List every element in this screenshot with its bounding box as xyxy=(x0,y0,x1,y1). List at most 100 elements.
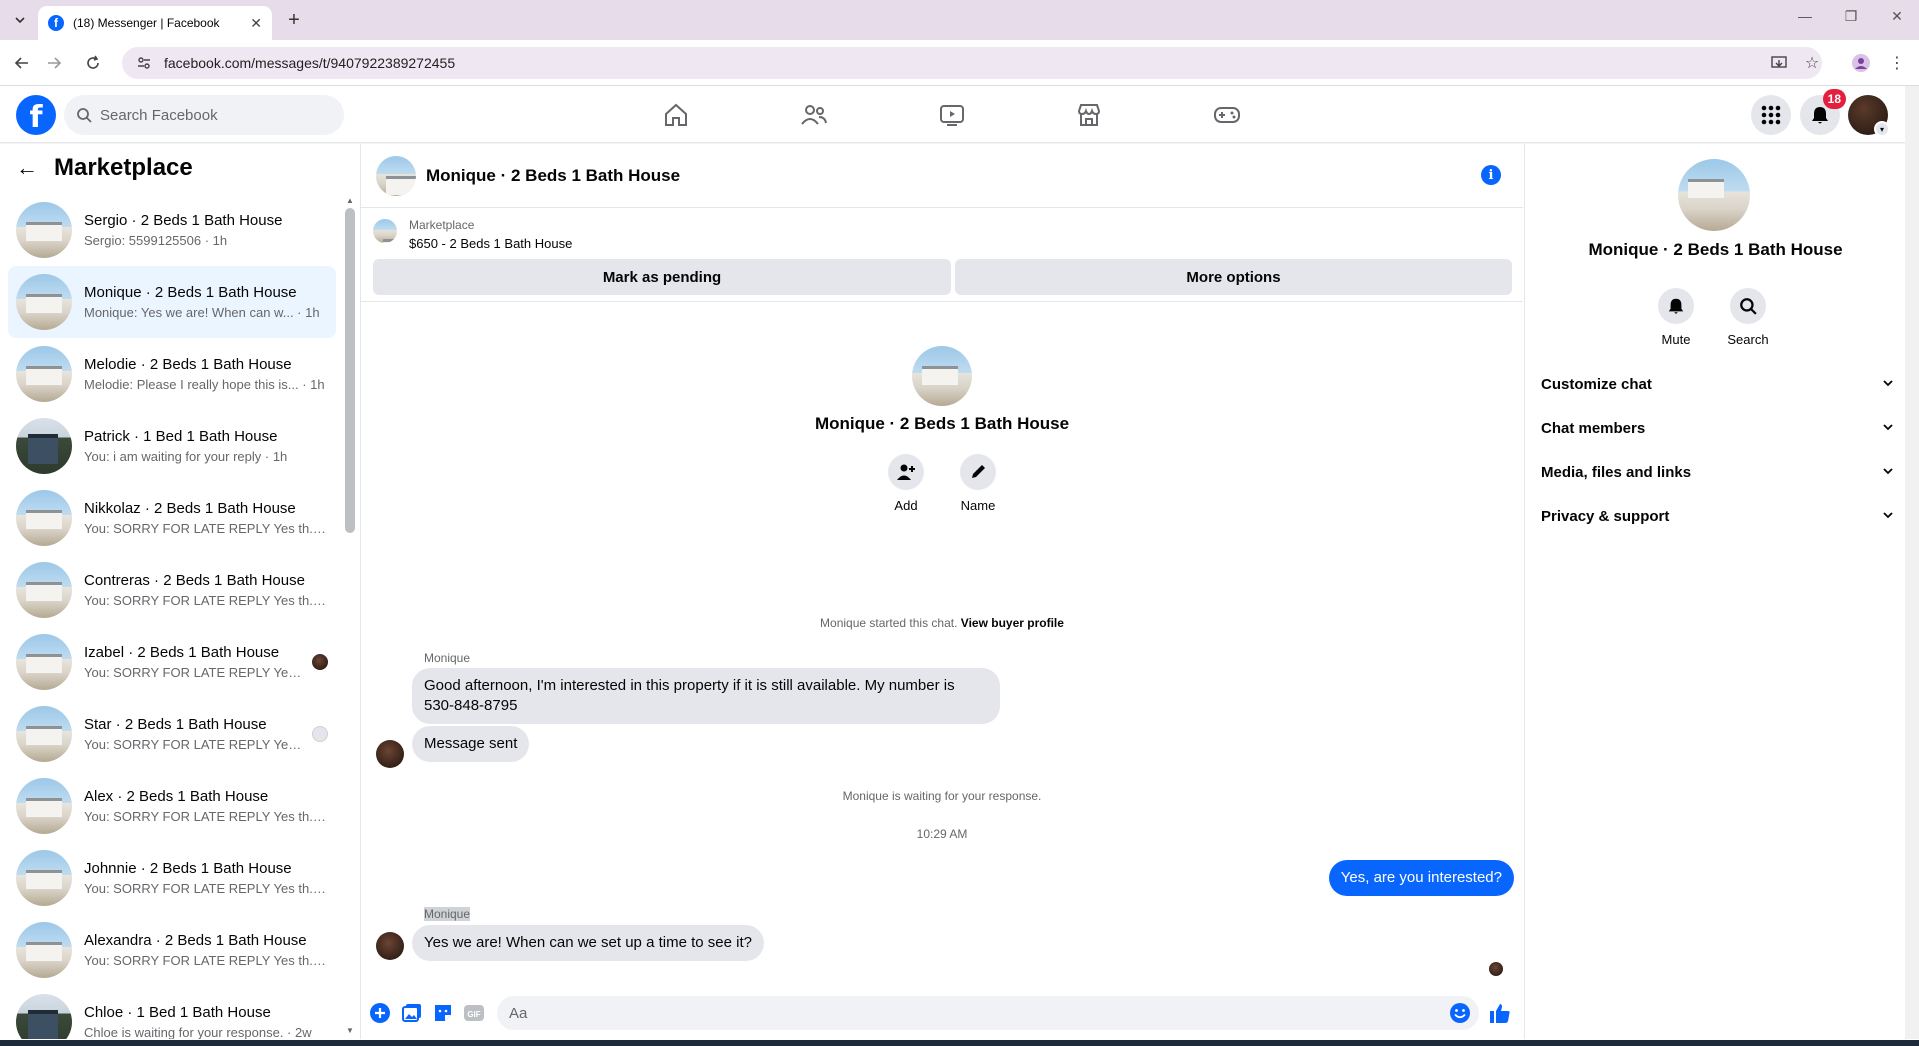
mark-as-pending-button[interactable]: Mark as pending xyxy=(373,259,951,295)
chat-avatar xyxy=(16,994,72,1039)
chat-list-item[interactable]: Star · 2 Beds 1 Bath House You: SORRY FOR… xyxy=(8,698,336,770)
chat-list-item[interactable]: Alex · 2 Beds 1 Bath House You: SORRY FOR… xyxy=(8,770,336,842)
message-input[interactable] xyxy=(509,1004,1409,1022)
message-input-box[interactable] xyxy=(497,996,1479,1030)
media-files-links-section[interactable]: Media, files and links xyxy=(1541,454,1894,490)
sender-avatar[interactable] xyxy=(376,932,404,960)
back-button[interactable] xyxy=(9,50,35,76)
bell-icon xyxy=(1812,107,1828,124)
nav-home[interactable] xyxy=(621,91,731,139)
nav-marketplace[interactable] xyxy=(1034,91,1144,139)
nav-gaming[interactable] xyxy=(1172,91,1282,139)
conversation-title[interactable]: Monique · 2 Beds 1 Bath House xyxy=(426,166,680,186)
chat-snippet: Sergio: 5599125506 · 1h xyxy=(84,233,228,248)
address-bar[interactable]: facebook.com/messages/t/9407922389272455 xyxy=(122,47,1822,79)
pencil-icon xyxy=(972,465,985,478)
chat-avatar xyxy=(16,490,72,546)
scroll-up-icon[interactable]: ▲ xyxy=(346,196,354,205)
attach-photo-icon[interactable] xyxy=(401,1002,423,1024)
new-tab-button[interactable]: + xyxy=(282,8,306,32)
customize-chat-section[interactable]: Customize chat xyxy=(1541,366,1894,402)
profile-icon[interactable] xyxy=(1848,50,1874,76)
emoji-icon[interactable] xyxy=(1449,1002,1471,1024)
page-scrollbar[interactable] xyxy=(1905,86,1919,1039)
info-avatar[interactable] xyxy=(1678,159,1750,231)
outgoing-message-bubble[interactable]: Yes, are you interested? xyxy=(1328,860,1514,896)
restore-button[interactable]: ❐ xyxy=(1828,8,1874,25)
chat-list-item[interactable]: Alexandra · 2 Beds 1 Bath House You: SORR… xyxy=(8,914,336,986)
listing-thumbnail[interactable] xyxy=(373,219,397,243)
site-info-icon[interactable] xyxy=(136,55,152,71)
more-options-button[interactable]: More options xyxy=(955,259,1512,295)
chat-members-section[interactable]: Chat members xyxy=(1541,410,1894,446)
chat-started-line: Monique started this chat. View buyer pr… xyxy=(361,616,1523,630)
message-bubble[interactable]: Good afternoon, I'm interested in this p… xyxy=(412,668,1000,724)
account-chevron-icon[interactable]: ▾ xyxy=(1874,121,1890,137)
facebook-search[interactable] xyxy=(64,95,344,135)
chat-list-item[interactable]: Melodie · 2 Beds 1 Bath House Melodie: Pl… xyxy=(8,338,336,410)
conversation-pane: Monique · 2 Beds 1 Bath House i Marketpl… xyxy=(361,144,1523,1039)
chat-list-item[interactable]: Chloe · 1 Bed 1 Bath House Chloe is waiti… xyxy=(8,986,336,1039)
search-input[interactable] xyxy=(100,106,320,124)
message-bubble[interactable]: Yes we are! When can we set up a time to… xyxy=(412,925,764,961)
sticker-icon[interactable] xyxy=(432,1002,454,1024)
message-composer: GIF xyxy=(361,988,1523,1038)
intro-avatar[interactable] xyxy=(912,346,972,406)
gif-icon[interactable]: GIF xyxy=(463,1002,485,1024)
tab-close-icon[interactable]: ✕ xyxy=(250,15,262,32)
chat-list-item[interactable]: Johnnie · 2 Beds 1 Bath House You: SORRY … xyxy=(8,842,336,914)
friends-icon xyxy=(801,105,827,125)
reload-button[interactable] xyxy=(80,50,106,76)
install-app-icon[interactable] xyxy=(1766,50,1792,76)
grid-menu-icon xyxy=(1761,105,1781,125)
search-in-chat-button[interactable]: Search xyxy=(1718,288,1778,347)
chat-list-scrollbar[interactable] xyxy=(345,208,355,533)
conversation-avatar[interactable] xyxy=(376,155,416,196)
sender-avatar[interactable] xyxy=(376,740,404,768)
forward-button[interactable] xyxy=(41,50,67,76)
waiting-notice: Monique is waiting for your response. xyxy=(842,789,1042,803)
more-actions-plus-icon[interactable] xyxy=(369,1002,391,1024)
view-buyer-profile-link[interactable]: View buyer profile xyxy=(961,616,1064,630)
chat-name: Star · 2 Beds 1 Bath House xyxy=(84,716,267,733)
chat-info: Patrick · 1 Bed 1 Bath House You: i am wa… xyxy=(84,428,328,464)
minimize-button[interactable]: — xyxy=(1782,8,1828,24)
chat-avatar xyxy=(16,850,72,906)
like-thumb-icon[interactable] xyxy=(1489,1002,1511,1024)
chat-list-item[interactable]: Patrick · 1 Bed 1 Bath House You: i am wa… xyxy=(8,410,336,482)
scroll-down-icon[interactable]: ▼ xyxy=(346,1026,354,1035)
chat-list-item[interactable]: Izabel · 2 Beds 1 Bath House You: SORRY F… xyxy=(8,626,336,698)
chat-list-item[interactable]: Monique · 2 Beds 1 Bath House Monique: Ye… xyxy=(8,266,336,338)
browser-menu-icon[interactable]: ⋮ xyxy=(1884,50,1910,76)
listing-title[interactable]: $650 - 2 Beds 1 Bath House xyxy=(409,236,572,251)
name-chat-button[interactable]: Name xyxy=(948,454,1008,513)
nav-video[interactable] xyxy=(897,91,1007,139)
nav-friends[interactable] xyxy=(759,91,869,139)
chat-list: Sergio · 2 Beds 1 Bath House Sergio: 5599… xyxy=(8,194,336,1039)
message-bubble[interactable]: Message sent xyxy=(412,726,530,762)
notifications-button[interactable]: 18 xyxy=(1800,89,1846,135)
info-icon[interactable]: i xyxy=(1481,165,1501,185)
name-label: Name xyxy=(960,498,996,513)
mute-button[interactable]: Mute xyxy=(1646,288,1706,347)
marketplace-icon xyxy=(1077,104,1101,126)
bookmark-star-icon[interactable]: ☆ xyxy=(1799,50,1825,76)
facebook-logo-icon[interactable]: f xyxy=(16,95,56,135)
chat-snippet: You: i am waiting for your reply · 1h xyxy=(84,449,288,464)
browser-tab[interactable]: f (18) Messenger | Facebook ✕ xyxy=(38,6,272,40)
privacy-support-section[interactable]: Privacy & support xyxy=(1541,498,1894,534)
marketplace-heading: Marketplace xyxy=(54,154,193,181)
chat-list-item[interactable]: Contreras · 2 Beds 1 Bath House You: SORR… xyxy=(8,554,336,626)
chat-list-item[interactable]: Sergio · 2 Beds 1 Bath House Sergio: 5599… xyxy=(8,194,336,266)
facebook-header: f 18 xyxy=(0,87,1905,143)
add-member-button[interactable]: Add xyxy=(876,454,936,513)
chat-avatar xyxy=(16,562,72,618)
read-receipt-avatar xyxy=(312,726,328,742)
tab-search-chevron-icon[interactable] xyxy=(8,8,32,32)
chat-info: Izabel · 2 Beds 1 Bath House You: SORRY F… xyxy=(84,644,304,680)
back-arrow-icon[interactable]: ← xyxy=(16,155,38,181)
menu-grid-button[interactable] xyxy=(1751,95,1791,135)
chat-list-item[interactable]: Nikkolaz · 2 Beds 1 Bath House You: SORRY… xyxy=(8,482,336,554)
close-window-button[interactable]: ✕ xyxy=(1874,8,1919,25)
chat-name: Sergio · 2 Beds 1 Bath House xyxy=(84,212,283,229)
